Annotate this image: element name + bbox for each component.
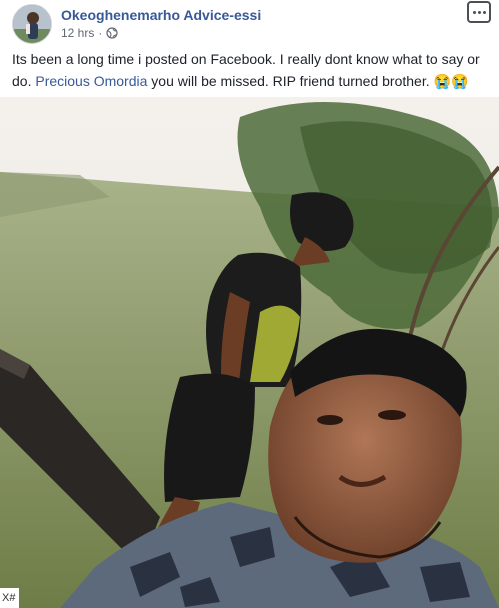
facebook-post: Okeoghenemarho Advice-essi 12 hrs · Its …: [0, 0, 499, 608]
more-dots-icon: [472, 10, 476, 14]
author-name[interactable]: Okeoghenemarho Advice-essi: [61, 7, 261, 23]
more-options-button[interactable]: [467, 1, 491, 23]
post-text-end: you will be missed. RIP friend turned br…: [147, 73, 434, 89]
post-photo[interactable]: [0, 97, 499, 608]
author-avatar[interactable]: [12, 4, 52, 44]
watermark-tag: X#: [0, 588, 20, 608]
post-text: Its been a long time i posted on Faceboo…: [12, 48, 487, 92]
meta-separator: ·: [98, 26, 103, 40]
post-time[interactable]: 12 hrs: [61, 26, 94, 40]
mention-link[interactable]: Precious Omordia: [35, 73, 147, 89]
crying-emoji-icon: 😭😭: [433, 73, 469, 89]
globe-icon[interactable]: [106, 27, 118, 39]
post-meta: 12 hrs ·: [61, 26, 118, 40]
